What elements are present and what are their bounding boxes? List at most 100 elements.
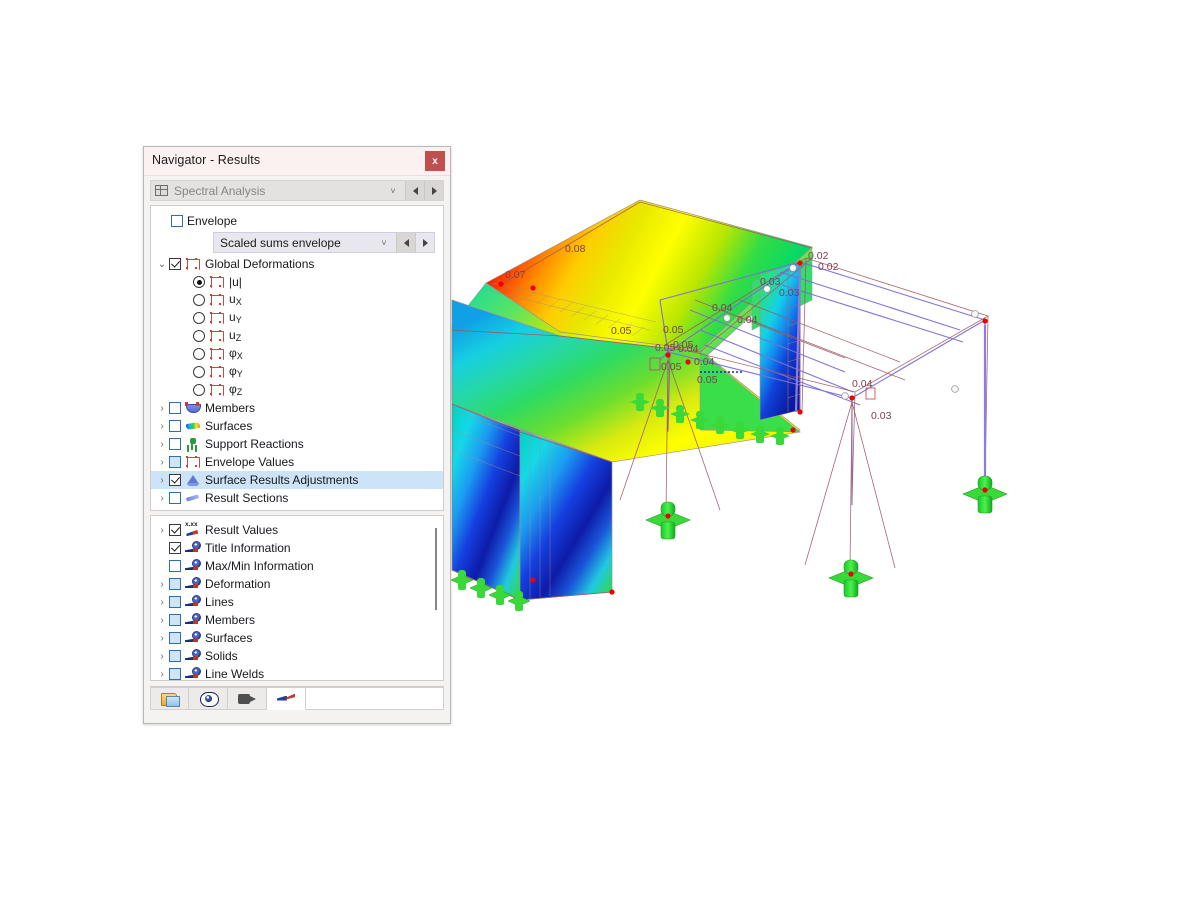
row-checkbox[interactable]	[169, 438, 181, 450]
load-case-prev-button[interactable]	[405, 181, 424, 200]
chevron-down-icon[interactable]: ˅	[372, 233, 396, 252]
deformation-radio-group[interactable]: |u| uX uY uZ φX φY φZ	[151, 273, 443, 399]
row-checkbox[interactable]	[169, 524, 181, 536]
load-case-combo[interactable]: Spectral Analysis ˅	[150, 180, 444, 201]
row-checkbox[interactable]	[169, 510, 181, 511]
tree-row[interactable]: › Surface Results Adjustments	[151, 471, 443, 489]
deformation-radio[interactable]	[193, 330, 205, 342]
row-checkbox[interactable]	[169, 668, 181, 680]
folder-image-icon	[160, 691, 180, 707]
row-checkbox[interactable]	[169, 456, 181, 468]
list-item[interactable]: › Lines	[151, 593, 443, 611]
row-checkbox[interactable]	[169, 402, 181, 414]
envelope-type-combo[interactable]: Scaled sums envelope ˅	[213, 232, 435, 253]
deformation-radio[interactable]	[193, 366, 205, 378]
expander-icon[interactable]: ›	[155, 439, 169, 450]
row-checkbox[interactable]	[169, 492, 181, 504]
expander-icon[interactable]: ›	[155, 475, 169, 486]
tree-row-global-deformations[interactable]: ⌄ Global Deformations	[151, 255, 443, 273]
tree-row[interactable]: › Members	[151, 399, 443, 417]
display-tree-items[interactable]: › Result Values › Title Information › Max/Min…	[151, 521, 443, 681]
load-case-next-button[interactable]	[424, 181, 443, 200]
list-item[interactable]: › Line Welds	[151, 665, 443, 681]
row-checkbox[interactable]	[169, 542, 181, 554]
deformation-option-row[interactable]: uX	[151, 291, 443, 309]
row-checkbox[interactable]	[169, 560, 181, 572]
expander-icon[interactable]: ›	[155, 511, 169, 512]
list-item[interactable]: › Members	[151, 611, 443, 629]
envelope-checkbox[interactable]	[171, 215, 183, 227]
expander-icon[interactable]: ⌄	[155, 259, 169, 270]
expander-icon[interactable]: ›	[155, 651, 169, 662]
expander-icon[interactable]: ›	[155, 597, 169, 608]
views-navigator-button[interactable]	[228, 687, 267, 710]
list-item[interactable]: › Solids	[151, 647, 443, 665]
deformation-option-row[interactable]: uY	[151, 309, 443, 327]
deformation-option-row[interactable]: φY	[151, 363, 443, 381]
row-checkbox[interactable]	[169, 614, 181, 626]
tree-row[interactable]: › Support Reactions	[151, 435, 443, 453]
list-item[interactable]: › Result Values	[151, 521, 443, 539]
deformation-radio[interactable]	[193, 312, 205, 324]
navigator-tabs-toolbar[interactable]	[150, 686, 444, 710]
row-checkbox[interactable]	[169, 650, 181, 662]
deformation-option-row[interactable]: uZ	[151, 327, 443, 345]
frame-icon	[185, 455, 201, 469]
expander-icon[interactable]: ›	[155, 669, 169, 680]
frame-icon	[209, 311, 225, 325]
results-tree-top[interactable]: Envelope Scaled sums envelope ˅ ⌄ Global…	[150, 205, 444, 511]
tree-row[interactable]: › Values on Surfaces	[151, 507, 443, 512]
envelope-prev-button[interactable]	[396, 233, 415, 252]
values-xx-icon	[185, 508, 201, 510]
envelope-next-button[interactable]	[415, 233, 434, 252]
close-icon[interactable]: x	[425, 151, 445, 171]
navigator-results-panel[interactable]: Navigator - Results x Spectral Analysis …	[143, 146, 451, 724]
deformation-option-row[interactable]: |u|	[151, 273, 443, 291]
row-checkbox[interactable]	[169, 596, 181, 608]
panel-title-bar[interactable]: Navigator - Results x	[144, 147, 450, 176]
list-item[interactable]: › Deformation	[151, 575, 443, 593]
expander-icon[interactable]: ›	[155, 561, 169, 572]
expander-icon[interactable]: ›	[155, 633, 169, 644]
expander-icon[interactable]: ›	[155, 525, 169, 536]
tree-row-envelope[interactable]: Envelope	[151, 212, 443, 230]
row-checkbox[interactable]	[169, 474, 181, 486]
page-title: Navigator - Results	[152, 153, 261, 167]
expander-icon[interactable]: ›	[155, 421, 169, 432]
display-tree-bottom[interactable]: › Result Values › Title Information › Max/Min…	[150, 515, 444, 681]
scrollbar-thumb[interactable]	[435, 528, 437, 610]
row-checkbox[interactable]	[169, 420, 181, 432]
list-item[interactable]: › Max/Min Information	[151, 557, 443, 575]
expander-icon[interactable]: ›	[155, 615, 169, 626]
expander-icon[interactable]: ›	[155, 493, 169, 504]
tree-label: Max/Min Information	[205, 559, 314, 573]
deformation-option-label: φX	[229, 345, 243, 361]
deformation-radio[interactable]	[193, 384, 205, 396]
chevron-down-icon[interactable]: ˅	[381, 181, 405, 200]
tree-label: Line Welds	[205, 667, 265, 681]
expander-icon[interactable]: ›	[155, 403, 169, 414]
tree-row[interactable]: › Envelope Values	[151, 453, 443, 471]
global-deformations-checkbox[interactable]	[169, 258, 181, 270]
tree-row[interactable]: › Surfaces	[151, 417, 443, 435]
expander-icon[interactable]: ›	[155, 579, 169, 590]
deformation-radio[interactable]	[193, 276, 205, 288]
results-pin-icon	[277, 693, 295, 705]
deformation-option-row[interactable]: φZ	[151, 381, 443, 399]
scrollbar[interactable]	[431, 522, 441, 674]
results-tree-items[interactable]: › Members › Surfaces › Support Reactions › Enve…	[151, 399, 443, 512]
expander-icon[interactable]: ›	[155, 543, 169, 554]
project-navigator-button[interactable]	[150, 687, 189, 710]
list-item[interactable]: › Title Information	[151, 539, 443, 557]
row-checkbox[interactable]	[169, 632, 181, 644]
results-navigator-button[interactable]	[267, 687, 306, 710]
display-navigator-button[interactable]	[189, 687, 228, 710]
row-checkbox[interactable]	[169, 578, 181, 590]
deformation-radio[interactable]	[193, 294, 205, 306]
deformation-radio[interactable]	[193, 348, 205, 360]
deformation-option-row[interactable]: φX	[151, 345, 443, 363]
tree-row[interactable]: › Result Sections	[151, 489, 443, 507]
expander-icon[interactable]: ›	[155, 457, 169, 468]
list-item[interactable]: › Surfaces	[151, 629, 443, 647]
tree-label: Solids	[205, 649, 238, 663]
